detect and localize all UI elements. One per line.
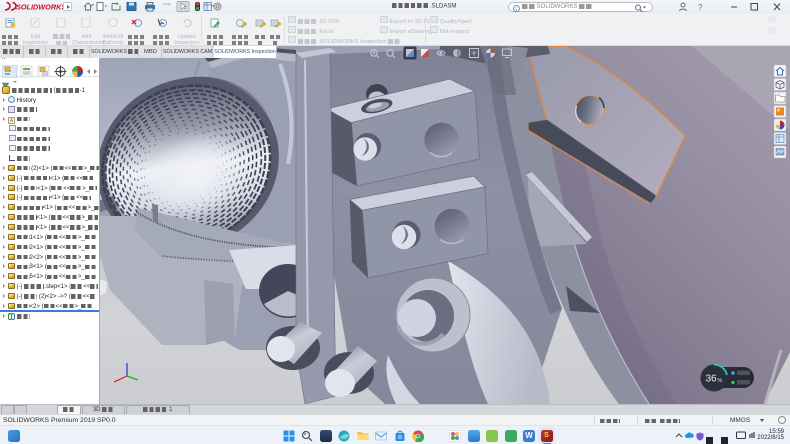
svg-text:36: 36 xyxy=(706,374,718,385)
svg-text:%: % xyxy=(718,378,723,384)
svg-text:SOLIDWORKS: SOLIDWORKS xyxy=(16,3,66,12)
svg-text:?: ? xyxy=(698,3,703,12)
